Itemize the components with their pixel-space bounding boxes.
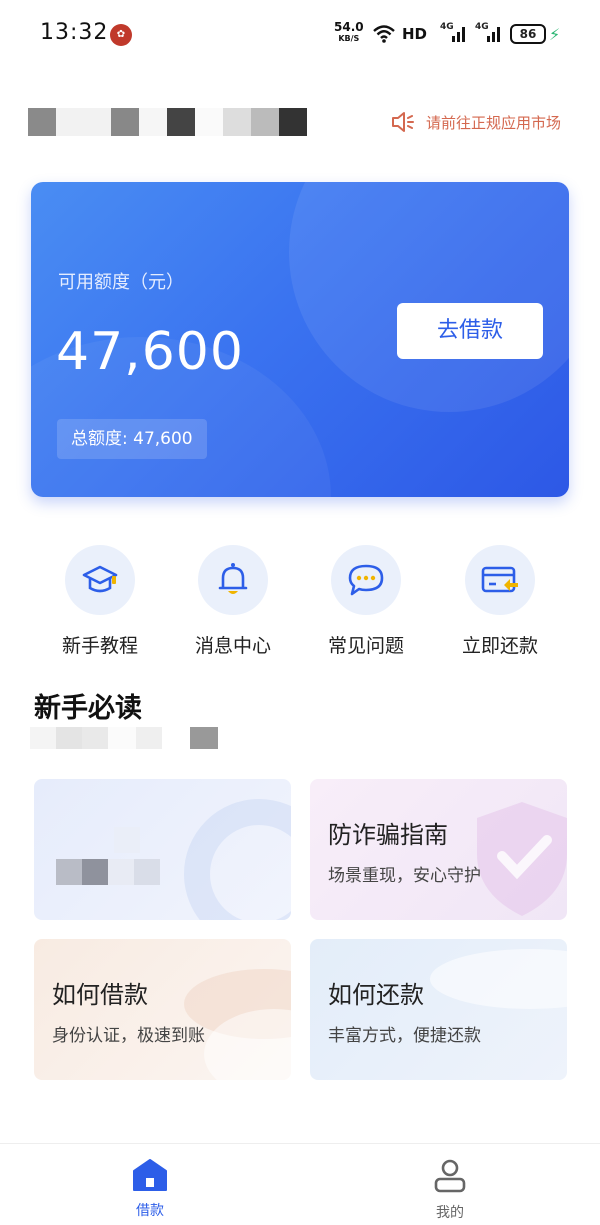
quick-item-faq[interactable]: 常见问题 <box>306 545 426 658</box>
borrow-button[interactable]: 去借款 <box>397 303 543 359</box>
tile-title: 防诈骗指南 <box>328 821 448 849</box>
tile-subtitle: 场景重现，安心守护 <box>328 866 481 886</box>
tab-mine[interactable]: 我的 <box>390 1158 510 1222</box>
quick-item-label: 常见问题 <box>327 635 404 657</box>
status-bar: 13:32 ✿ 54.0 KB/S HD 4G 4G 86 ⚡ <box>0 0 600 70</box>
credit-limit-card: 可用额度（元） 47,600 总额度: 47,600 去借款 <box>31 182 569 497</box>
network-speed: 54.0 KB/S <box>334 20 364 44</box>
graduation-cap-icon <box>65 545 135 615</box>
hd-indicator: HD <box>402 25 428 43</box>
notice-text: 请前往正规应用市场 <box>426 113 562 132</box>
notice-banner[interactable]: 请前往正规应用市场 <box>390 110 561 134</box>
wifi-icon <box>373 25 395 43</box>
speaker-icon <box>392 112 414 132</box>
tile-text-redacted <box>114 827 140 853</box>
charging-icon: ⚡ <box>549 25 561 44</box>
tile-subtitle: 丰富方式，便捷还款 <box>328 1026 481 1046</box>
tab-borrow[interactable]: 借款 <box>90 1158 210 1220</box>
guide-tile-how-to-borrow[interactable]: 如何借款 身份认证，极速到账 <box>34 939 291 1080</box>
available-limit-amount: 47,600 <box>56 322 244 382</box>
tile-decoration <box>430 949 567 1009</box>
quick-menu: 新手教程 消息中心 常见问题 立即还款 <box>0 545 600 658</box>
network-speed-unit: KB/S <box>338 34 360 43</box>
battery-indicator: 86 <box>510 24 546 44</box>
total-limit-badge: 总额度: 47,600 <box>57 419 207 459</box>
tile-decoration <box>184 799 291 920</box>
quick-item-label: 新手教程 <box>61 635 138 657</box>
quick-item-label: 消息中心 <box>194 635 271 657</box>
section-subtitle-redacted <box>30 727 218 749</box>
app-name-redacted <box>28 108 307 138</box>
quick-item-label: 立即还款 <box>461 635 538 657</box>
guide-tile-how-to-repay[interactable]: 如何还款 丰富方式，便捷还款 <box>310 939 567 1080</box>
shield-icon <box>477 802 567 916</box>
bell-icon <box>198 545 268 615</box>
tile-text-redacted <box>56 859 160 885</box>
tile-title: 如何还款 <box>328 981 424 1009</box>
tab-label: 借款 <box>136 1203 164 1219</box>
available-limit-label: 可用额度（元） <box>58 272 184 293</box>
tab-label: 我的 <box>436 1205 464 1221</box>
quick-item-tutorial[interactable]: 新手教程 <box>40 545 160 658</box>
user-icon <box>434 1159 466 1193</box>
bottom-nav: 借款 我的 <box>0 1143 600 1225</box>
app-notification-icon: ✿ <box>110 24 132 46</box>
tile-subtitle: 身份认证，极速到账 <box>52 1026 205 1046</box>
section-title: 新手必读 <box>34 693 142 724</box>
home-icon <box>133 1159 167 1191</box>
quick-item-repay[interactable]: 立即还款 <box>440 545 560 658</box>
tile-title: 如何借款 <box>52 981 148 1009</box>
guide-tile-anti-fraud[interactable]: 防诈骗指南 场景重现，安心守护 <box>310 779 567 920</box>
quick-item-messages[interactable]: 消息中心 <box>173 545 293 658</box>
status-time: 13:32 <box>40 20 109 45</box>
chat-bubble-icon <box>331 545 401 615</box>
guide-tile-redacted[interactable] <box>34 779 291 920</box>
network-speed-value: 54.0 <box>334 20 364 34</box>
card-repay-icon <box>465 545 535 615</box>
card-decoration <box>289 182 569 412</box>
